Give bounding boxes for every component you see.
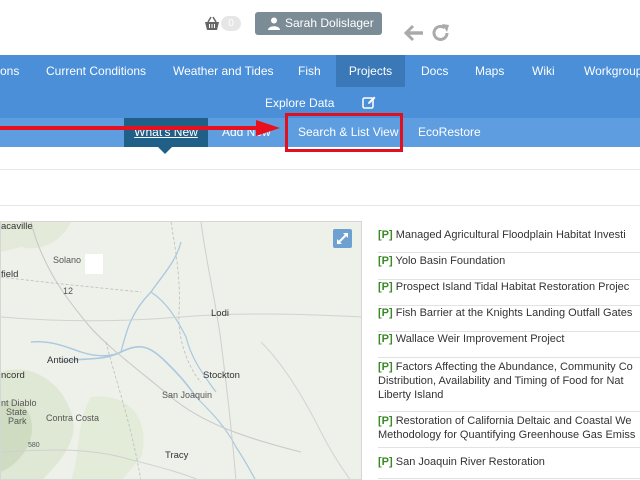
- map-label-solano: Solano: [53, 255, 82, 265]
- map-label-tracy: Tracy: [165, 450, 189, 461]
- project-list-item[interactable]: [P] Yolo Basin Foundation: [378, 254, 640, 280]
- map-expand-button[interactable]: [333, 229, 352, 248]
- explore-data-link[interactable]: Explore Data: [265, 96, 334, 110]
- cart-count-badge: 0: [221, 16, 241, 31]
- cart[interactable]: 0: [204, 15, 241, 33]
- nav-item-fish[interactable]: Fish: [298, 55, 321, 87]
- map-label-stockton: Stockton: [203, 370, 240, 381]
- project-list-item[interactable]: [P] San Joaquin River Restoration: [378, 455, 640, 479]
- active-tab-caret: [158, 147, 172, 154]
- map-label-contra-costa: Contra Costa: [46, 413, 100, 423]
- map-label-fairfield: field: [1, 269, 19, 280]
- nav-item-current-conditions[interactable]: Current Conditions: [46, 55, 146, 87]
- user-icon: [268, 17, 280, 30]
- map-label-lodi: Lodi: [211, 308, 229, 319]
- annotation-arrow-shaft: [0, 126, 262, 130]
- map-label-san-joaquin: San Joaquin: [162, 390, 213, 400]
- nav-item-projects[interactable]: Projects: [336, 55, 405, 87]
- map-label-antioch: Antioch: [47, 355, 79, 366]
- divider: [0, 169, 640, 170]
- map-label-road-580: 580: [28, 442, 40, 449]
- map-label-concord: ncord: [1, 370, 25, 381]
- back-arrow-icon[interactable]: [404, 24, 424, 42]
- nav-item-docs[interactable]: Docs: [421, 55, 448, 87]
- nav-item-wiki[interactable]: Wiki: [532, 55, 555, 87]
- subnav-ecorestore[interactable]: EcoRestore: [418, 118, 481, 147]
- project-list-item[interactable]: [P] Prospect Island Tidal Habitat Restor…: [378, 280, 640, 306]
- subnav-whats-new[interactable]: What's New: [124, 118, 208, 147]
- project-list-item[interactable]: [P] Wallace Weir Improvement Project: [378, 332, 640, 358]
- nav-item-maps[interactable]: Maps: [475, 55, 504, 87]
- shopping-basket-icon: [205, 16, 219, 30]
- annotation-arrow-head: [256, 120, 280, 136]
- edit-icon[interactable]: [362, 95, 376, 109]
- nav-item-workgroups[interactable]: Workgroups: [584, 55, 640, 87]
- project-list-item[interactable]: [P] Fish Barrier at the Knights Landing …: [378, 306, 640, 332]
- nav-item-operations[interactable]: ons: [0, 55, 19, 87]
- expand-icon: [337, 233, 348, 244]
- project-list-item[interactable]: [P] Factors Affecting the Abundance, Com…: [378, 360, 640, 412]
- map-label-park: Park: [8, 416, 27, 426]
- project-list-item[interactable]: [P] Restoration of California Deltaic an…: [378, 414, 640, 448]
- main-nav: ons Current Conditions Weather and Tides…: [0, 55, 640, 118]
- project-list-item[interactable]: [P] Managed Agricultural Floodplain Habi…: [378, 228, 640, 253]
- user-account-button[interactable]: Sarah Dolislager: [255, 12, 382, 35]
- refresh-icon[interactable]: [431, 23, 451, 43]
- map-label-road-12: 12: [63, 286, 74, 296]
- user-name: Sarah Dolislager: [285, 16, 374, 30]
- project-map[interactable]: acaville Solano field 12 Lodi Antioch nc…: [0, 221, 362, 480]
- divider: [0, 205, 640, 206]
- map-label-vacaville: acaville: [1, 221, 33, 232]
- annotation-highlight-box: [285, 113, 403, 152]
- nav-item-weather-and-tides[interactable]: Weather and Tides: [173, 55, 274, 87]
